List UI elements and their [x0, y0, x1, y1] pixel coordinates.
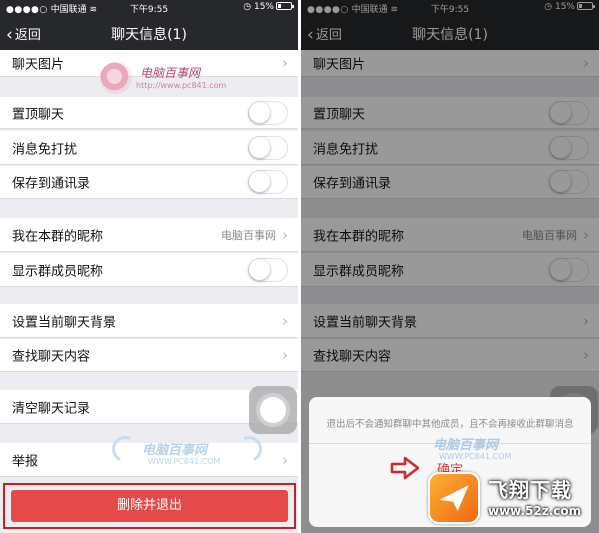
save-contacts-toggle[interactable]	[248, 170, 288, 194]
chevron-right-icon: ›	[282, 225, 288, 244]
row-label: 消息免打扰	[12, 142, 78, 157]
alarm-icon: ◷	[243, 2, 252, 12]
row-label: 清空聊天记录	[12, 401, 91, 416]
pointer-arrow-icon	[390, 456, 420, 480]
row-label: 我在本群的昵称	[12, 229, 104, 244]
watermark-logo: 电脑百事网 WWW.PC841.COM	[421, 432, 541, 468]
row-label: 查找聊天内容	[12, 349, 91, 365]
dialog-message: 退出后不会通知群聊中其他成员，且不会再接收此群聊消息	[326, 419, 574, 430]
paper-plane-icon	[439, 485, 469, 511]
brand-logo	[428, 472, 480, 524]
nav-bar: ‹ 返回 聊天信息(1)	[0, 16, 298, 50]
row-my-nickname[interactable]: 我在本群的昵称 电脑百事网 ›	[0, 218, 298, 252]
brand-url: www.52z.com	[488, 504, 582, 518]
watermark-name: 电脑百事网	[142, 443, 208, 458]
mute-toggle[interactable]	[248, 135, 288, 160]
watermark-url: WWW.PC841.COM	[439, 452, 512, 461]
row-set-background[interactable]: 设置当前聊天背景 ›	[0, 304, 298, 338]
watermark-name: 电脑百事网	[433, 438, 499, 453]
battery-percent: 15%	[253, 2, 274, 12]
flower-icon	[100, 62, 132, 94]
toggle-knob	[249, 258, 270, 280]
row-show-nicknames[interactable]: 显示群成员昵称	[0, 253, 298, 287]
row-save-contacts[interactable]: 保存到通讯录	[0, 166, 298, 199]
row-label: 聊天图片	[12, 57, 65, 73]
wing-icon	[108, 432, 142, 466]
toggle-knob	[249, 136, 270, 158]
watermark-logo: 电脑百事网 http://www.pc841.com	[100, 62, 250, 98]
delete-and-exit-button[interactable]: 删除并退出	[11, 490, 288, 522]
toggle-knob	[249, 171, 270, 192]
row-pin-chat[interactable]: 置顶聊天	[0, 97, 298, 129]
watermark-logo: 电脑百事网 WWW.PC841.COM	[108, 432, 266, 474]
row-label: 举报	[12, 454, 39, 469]
row-label: 保存到通讯录	[12, 176, 91, 192]
chevron-right-icon: ›	[282, 311, 288, 330]
status-bar: ●●●●○ 中国联通 ≋ 下午9:55 ◷ 15%	[0, 0, 298, 16]
brand-name: 飞翔下载	[488, 478, 572, 502]
chevron-right-icon: ›	[282, 450, 288, 469]
wing-icon	[232, 432, 266, 466]
assistive-touch-button[interactable]	[249, 386, 297, 434]
page-title: 聊天信息(1)	[111, 27, 187, 43]
row-label: 设置当前聊天背景	[12, 315, 117, 330]
battery-icon	[276, 2, 294, 10]
brand-watermark: 飞翔下载 www.52z.com	[422, 466, 598, 530]
settings-screen: ●●●●○ 中国联通 ≋ 下午9:55 ◷ 15% ‹ 返回 聊天信息(1) 聊天…	[0, 0, 298, 533]
confirm-screen: ●●●●○ 中国联通 ≋ 下午9:55 ◷ 15% ‹ 返回 聊天信息(1) 聊天…	[301, 0, 599, 533]
chevron-right-icon: ›	[282, 54, 288, 72]
row-search-content[interactable]: 查找聊天内容 ›	[0, 339, 298, 372]
row-mute[interactable]: 消息免打扰	[0, 131, 298, 165]
row-label: 置顶聊天	[12, 107, 65, 122]
chevron-right-icon: ›	[282, 346, 288, 364]
watermark-url: http://www.pc841.com	[136, 81, 227, 90]
pin-chat-toggle[interactable]	[248, 100, 288, 125]
watermark-name: 电脑百事网	[140, 66, 201, 80]
toggle-knob	[249, 101, 270, 123]
row-value: 电脑百事网	[221, 228, 276, 242]
highlight-frame: 删除并退出	[3, 483, 296, 529]
watermark-url: WWW.PC841.COM	[148, 457, 221, 466]
show-nicknames-toggle[interactable]	[248, 257, 288, 282]
row-label: 显示群成员昵称	[12, 264, 104, 279]
